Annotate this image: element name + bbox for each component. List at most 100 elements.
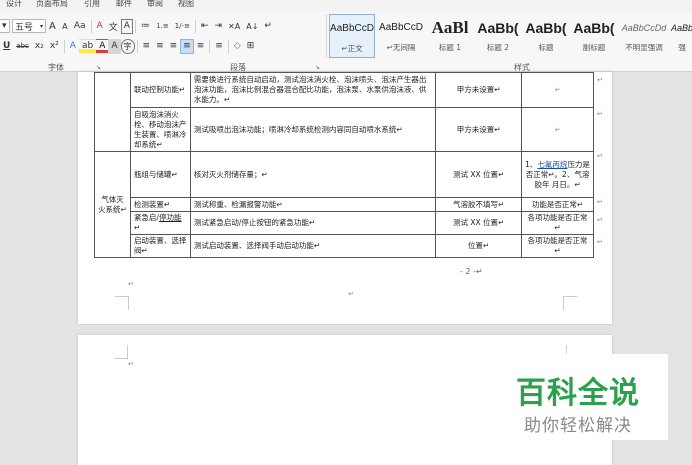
text-effects-button[interactable]: A xyxy=(67,39,79,54)
style-heading-1[interactable]: AaBl 标题 1 xyxy=(427,14,473,58)
distributed-button[interactable]: ≡ xyxy=(194,39,208,54)
font-size-value: 五号 xyxy=(15,22,34,33)
tab-page-layout[interactable]: 页面布局 xyxy=(36,0,68,9)
superscript-button[interactable]: x² xyxy=(47,39,62,54)
paragraph-mark: ↵ xyxy=(128,360,134,368)
enclose-char-button[interactable]: 字 xyxy=(120,38,135,54)
style-name: 标题 1 xyxy=(438,43,462,52)
paragraph-mark: ↵ xyxy=(128,280,134,288)
style-name: 副标题 xyxy=(582,43,606,52)
table-cell: 测试启动装置、选择阀手动启动功能↵ xyxy=(189,234,437,258)
style-subtitle[interactable]: AaBb( 副标题 xyxy=(571,14,617,58)
cell-text: 紧急启/ xyxy=(133,213,159,222)
style-strong[interactable]: AaBb 强 xyxy=(671,14,692,58)
cell-text: 停功能 xyxy=(158,213,182,222)
style-name: 不明显强调 xyxy=(625,43,663,52)
justify-button[interactable]: ≡ xyxy=(180,38,194,54)
watermark-title: 百科全说 xyxy=(516,376,640,411)
style-normal[interactable]: AaBbCcD ↵正文 xyxy=(329,14,375,58)
style-sample: AaBbCcD xyxy=(330,23,374,34)
show-marks-button[interactable]: ↵ xyxy=(261,19,275,34)
decrease-indent-button[interactable]: ⇤ xyxy=(198,19,212,34)
table-cell: 各项功能是否正常↵ xyxy=(521,211,594,235)
numbering-button[interactable]: ⒈≡ xyxy=(153,19,172,34)
subscript-button[interactable]: x₂ xyxy=(32,39,47,54)
style-sample: AaBbCcDd xyxy=(621,23,667,33)
strikethrough-button[interactable]: abc xyxy=(13,39,32,54)
table-cell: 甲方未设置↵ xyxy=(435,72,523,108)
phonetic-guide-button[interactable]: 文 xyxy=(106,19,121,34)
highlight-button[interactable]: ab xyxy=(78,38,97,54)
char-shading-button[interactable]: A xyxy=(108,38,121,54)
font-dialog-launcher-icon[interactable]: ↘ xyxy=(96,64,101,71)
tab-design[interactable]: 设计 xyxy=(6,0,22,9)
divider xyxy=(134,19,136,33)
style-name: ↵无间隔 xyxy=(386,43,416,52)
font-size-combo[interactable]: 五号 ▾ xyxy=(12,19,46,33)
table-cell: 测试称重、检漏报警功能↵ xyxy=(189,197,437,212)
multilevel-list-button[interactable]: 1/-≡ xyxy=(172,19,193,34)
table-row: 自吸泡沫消火栓、移动泡沫产生装置、喷淋冷却系统↵ 测试吸喷出泡沫功能；喷淋冷却系… xyxy=(95,107,594,152)
style-name: 标题 xyxy=(538,43,554,52)
font-group-label: 字体 xyxy=(48,63,64,72)
table-cell: 需要换进行系统自动启动，测试泡沫消火栓、泡沫喷头、泡沫产生器出泡沫功能，泡沫比例… xyxy=(189,72,437,108)
tab-review[interactable]: 审阅 xyxy=(147,0,163,9)
row-end-mark: ↵ xyxy=(597,198,603,206)
row-end-mark: ↵ xyxy=(597,110,603,118)
tab-view[interactable]: 视图 xyxy=(178,0,194,9)
ribbon-home: ▾ 五号 ▾ A A Aa A 文 A ≔ ⒈≡ 1/-≡ ⇤ ⇥ ✕A A↓ ↵… xyxy=(0,12,692,72)
style-no-spacing[interactable]: AaBbCcD ↵无间隔 xyxy=(377,14,425,58)
watermark-logo: 百科全说 助你轻松解决 xyxy=(494,354,668,440)
style-name: 强 xyxy=(678,43,686,52)
cell-text: 1、 xyxy=(525,159,538,169)
table-cell: 气溶胶不填写↵ xyxy=(435,197,523,212)
row-end-mark: ↵ xyxy=(597,152,603,160)
font-family-combo[interactable]: ▾ xyxy=(0,19,10,33)
tab-references[interactable]: 引用 xyxy=(84,0,100,9)
cell-link-text[interactable]: 七氟丙烷 xyxy=(537,160,567,169)
style-subtle-emphasis[interactable]: AaBbCcDd 不明显强调 xyxy=(619,14,669,58)
clear-format-button[interactable]: A xyxy=(94,19,106,34)
table-row: 检测装置↵ 测试称重、检漏报警功能↵ 气溶胶不填写↵ 功能是否正常↵ xyxy=(95,197,594,212)
char-border-button[interactable]: A xyxy=(120,18,133,34)
tab-mailings[interactable]: 邮件 xyxy=(116,0,132,9)
table-cell: 测试紧急启动/停止按钮的紧急功能↵ xyxy=(189,211,437,235)
cell-text: ↵ xyxy=(133,223,141,232)
change-case-button[interactable]: Aa xyxy=(71,19,89,34)
style-sample: AaBb( xyxy=(477,20,519,36)
table-cell: 气体灭火系统↵ xyxy=(94,151,131,258)
style-heading-2[interactable]: AaBb( 标题 2 xyxy=(475,14,521,58)
table-cell: 核对灭火剂储存量；↵ xyxy=(189,151,437,198)
row-end-mark: ↵ xyxy=(597,216,603,224)
line-spacing-button[interactable]: ≡ xyxy=(212,39,226,54)
divider xyxy=(194,19,196,33)
row-end-mark: ↵ xyxy=(597,76,603,84)
table-row: 紧急启/停功能 ↵ 测试紧急启动/停止按钮的紧急功能↵ 测试 XX 位置↵ 各项功… xyxy=(95,211,594,235)
table-cell: 自吸泡沫消火栓、移动泡沫产生装置、喷淋冷却系统↵ xyxy=(129,107,191,152)
grow-font-button[interactable]: A xyxy=(46,19,59,34)
ribbon-tab-bar: 设计 页面布局 引用 邮件 审阅 视图 xyxy=(0,0,692,12)
increase-indent-button[interactable]: ⇥ xyxy=(212,19,226,34)
sort-button[interactable]: A↓ xyxy=(243,19,261,34)
underline-button[interactable]: U xyxy=(0,39,13,54)
align-right-button[interactable]: ≡ xyxy=(167,39,181,54)
divider xyxy=(209,39,211,53)
table-cell: 启动装置、选择阀↵ xyxy=(129,234,191,258)
borders-button[interactable]: ⊞ xyxy=(244,39,258,54)
chinese-layout-button[interactable]: ✕A xyxy=(225,19,243,34)
style-sample: AaBb xyxy=(671,23,692,33)
style-sample: AaBb( xyxy=(525,20,567,36)
shrink-font-button[interactable]: A xyxy=(59,19,71,34)
bullets-button[interactable]: ≔ xyxy=(138,19,153,34)
table-cell: 检测装置↵ xyxy=(129,197,191,212)
style-title[interactable]: AaBb( 标题 xyxy=(523,14,569,58)
style-sample: AaBbCcD xyxy=(379,22,423,33)
font-color-button[interactable]: A xyxy=(96,38,109,54)
center-button[interactable]: ≡ xyxy=(153,39,167,54)
divider xyxy=(63,39,65,53)
paragraph-dialog-launcher-icon[interactable]: ↘ xyxy=(315,64,320,71)
shading-button[interactable]: ◇ xyxy=(231,39,244,54)
style-name: 标题 2 xyxy=(486,43,510,52)
align-left-button[interactable]: ≡ xyxy=(140,39,154,54)
style-sample: AaBl xyxy=(431,18,469,37)
